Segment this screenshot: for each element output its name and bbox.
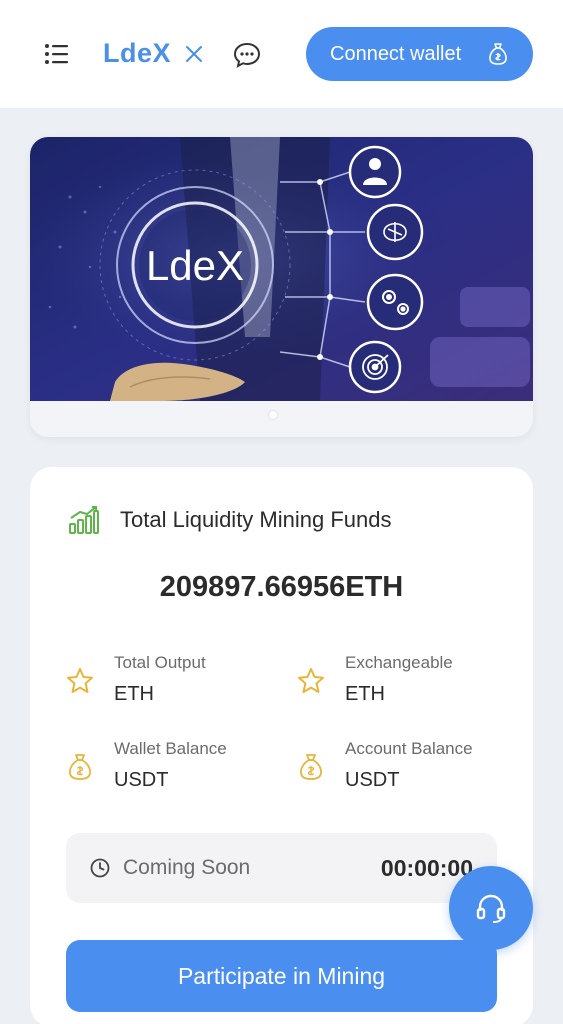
countdown-timer: 00:00:00 (380, 855, 473, 881)
money-bag-icon (489, 43, 507, 65)
stat-label: Account Balance (345, 739, 473, 758)
hamburger-menu-icon[interactable] (44, 42, 70, 66)
stat-label: Exchangeable (345, 653, 453, 672)
connect-wallet-label: Connect wallet (330, 42, 462, 65)
stat-value: ETH (114, 683, 154, 705)
coming-soon-label: Coming Soon (123, 856, 251, 879)
customer-support-button[interactable] (449, 866, 533, 950)
stat-value: USDT (345, 769, 400, 791)
money-bag-icon (300, 754, 322, 780)
clock-icon (90, 858, 110, 878)
top-header: LdeX Connect wallet (0, 0, 563, 108)
stat-value: USDT (114, 769, 169, 791)
stat-label: Total Output (114, 653, 206, 672)
banner-logo-text: LdeX (146, 242, 244, 289)
star-icon (67, 668, 93, 693)
participate-mining-button[interactable]: Participate in Mining (66, 940, 497, 1012)
banner-carousel[interactable]: LdeX (30, 137, 533, 437)
bar-chart-growth-icon (69, 506, 99, 534)
stat-value: ETH (345, 683, 385, 705)
close-icon[interactable] (184, 44, 204, 64)
carousel-dot-active[interactable] (269, 411, 277, 419)
stat-label: Wallet Balance (114, 739, 227, 758)
banner-image: LdeX (30, 137, 533, 401)
star-icon (298, 668, 324, 693)
headset-icon (476, 894, 506, 923)
chat-bubble-icon[interactable] (232, 40, 262, 70)
app-logo[interactable]: LdeX (103, 38, 171, 69)
countdown-panel: Coming Soon 00:00:00 (66, 833, 497, 903)
mining-card: Total Liquidity Mining Funds 209897.6695… (30, 467, 533, 1024)
money-bag-icon (69, 754, 91, 780)
mining-funds-title: Total Liquidity Mining Funds (120, 507, 392, 532)
total-mining-amount: 209897.66956ETH (159, 571, 404, 603)
connect-wallet-button[interactable]: Connect wallet (306, 27, 533, 81)
